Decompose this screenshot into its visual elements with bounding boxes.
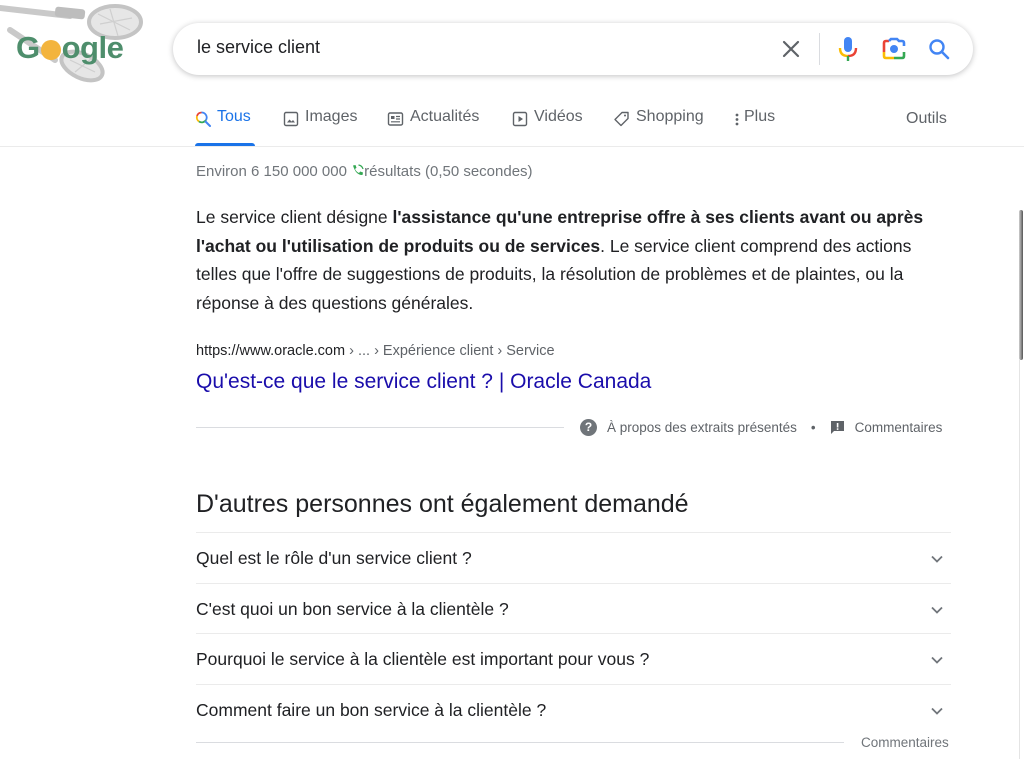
tools-button[interactable]: Outils [906, 110, 947, 128]
scrollbar-track [1019, 360, 1020, 759]
results-time: résultats (0,50 secondes) [364, 163, 533, 180]
about-snippets-link[interactable]: À propos des extraits présentés [607, 420, 797, 435]
paa-feedback-link[interactable]: Commentaires [861, 735, 949, 750]
chevron-down-icon [931, 707, 943, 715]
search-divider [819, 33, 820, 65]
snippet-footer: ? À propos des extraits présentés • Comm… [580, 419, 942, 436]
featured-snippet-text: Le service client désigne l'assistance q… [196, 203, 956, 317]
phone-call-icon [353, 164, 364, 176]
image-search-button[interactable] [881, 37, 907, 61]
separator-dot: • [810, 420, 816, 435]
logo-text: Gogle [16, 30, 124, 65]
results-count: Environ 6 150 000 000 [196, 163, 347, 180]
chevron-down-icon [931, 656, 943, 664]
lacrosse-ball-icon [40, 40, 61, 60]
results-stats: Environ 6 150 000 000 résultats (0,50 se… [196, 163, 533, 180]
voice-search-button[interactable] [836, 36, 860, 62]
tab-all[interactable]: Tous [195, 108, 255, 146]
lens-camera-icon [882, 37, 906, 60]
tab-label: Plus [744, 108, 776, 125]
paa-question[interactable]: C'est quoi un bon service à la clientèle… [196, 582, 951, 634]
paa-question[interactable]: Quel est le rôle d'un service client ? [196, 532, 951, 583]
tab-label: Images [305, 108, 358, 125]
search-submit-button[interactable] [927, 37, 951, 61]
source-url[interactable]: https://www.oracle.com › ... › Expérienc… [196, 343, 555, 359]
mic-icon [838, 37, 858, 61]
source-breadcrumbs: › ... › Expérience client › Service [345, 343, 555, 359]
paa-question[interactable]: Comment faire un bon service à la client… [196, 683, 951, 735]
tab-label: Actualités [410, 108, 480, 125]
clear-search-button[interactable] [779, 37, 803, 61]
search-input[interactable] [197, 37, 757, 58]
chevron-down-icon [931, 555, 943, 563]
tab-label: Vidéos [534, 108, 583, 125]
snippet-text-start: Le service client désigne [196, 207, 393, 227]
tabs-divider [0, 146, 1024, 147]
paa-question-text: C'est quoi un bon service à la clientèle… [196, 598, 509, 619]
tab-more[interactable]: Plus [733, 108, 775, 146]
tag-icon [614, 111, 629, 127]
chevron-down-icon [931, 606, 943, 614]
search-icon [929, 39, 950, 60]
news-icon [387, 112, 404, 126]
feedback-icon [830, 421, 844, 434]
play-icon [512, 111, 528, 127]
snippet-feedback-link[interactable]: Commentaires [855, 420, 943, 435]
paa-question-text: Pourquoi le service à la clientèle est i… [196, 649, 650, 669]
tab-images[interactable]: Images [283, 108, 357, 146]
google-doodle-logo[interactable]: Gogle [0, 0, 145, 85]
close-icon [782, 40, 800, 58]
paa-question[interactable]: Pourquoi le service à la clientèle est i… [196, 633, 951, 684]
paa-question-text: Quel est le rôle d'un service client ? [196, 548, 472, 568]
snippet-divider [196, 427, 564, 428]
image-icon [283, 111, 299, 127]
result-title-link[interactable]: Qu'est-ce que le service client ? | Orac… [196, 370, 651, 394]
tab-shopping[interactable]: Shopping [613, 108, 704, 146]
tab-label: Tous [217, 108, 251, 125]
search-icon [195, 111, 211, 127]
search-box [173, 23, 973, 75]
help-icon: ? [580, 419, 597, 436]
tab-label: Shopping [636, 108, 704, 125]
scrollbar-thumb[interactable] [1019, 210, 1023, 360]
tab-videos[interactable]: Vidéos [512, 108, 583, 146]
people-also-ask-list: Quel est le rôle d'un service client ? C… [196, 532, 951, 734]
people-also-ask-heading: D'autres personnes ont également demandé [196, 490, 689, 518]
more-vert-icon [735, 113, 739, 126]
paa-question-text: Comment faire un bon service à la client… [196, 699, 547, 720]
tab-news[interactable]: Actualités [387, 108, 479, 146]
paa-divider [196, 742, 844, 743]
source-domain: https://www.oracle.com [196, 343, 346, 359]
